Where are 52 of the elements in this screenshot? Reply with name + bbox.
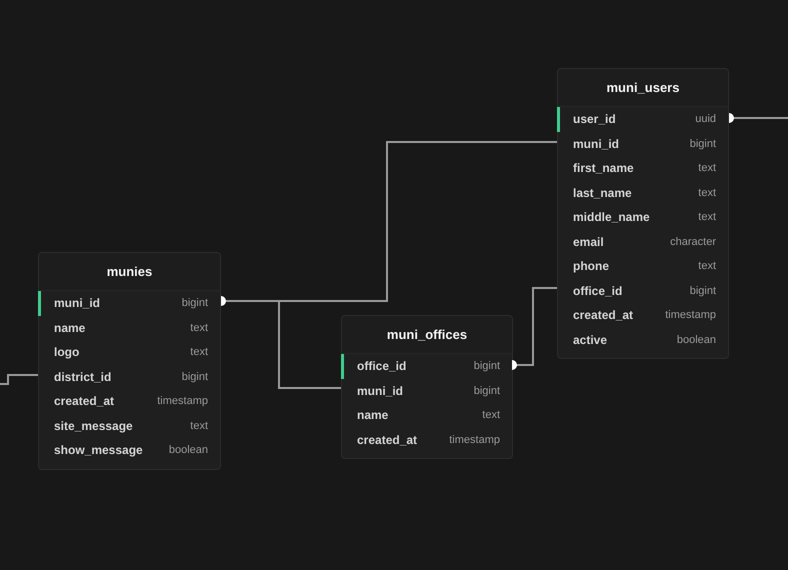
column-type: timestamp: [665, 309, 716, 322]
column-name: muni_id: [357, 384, 404, 398]
table-title: munies: [106, 264, 152, 279]
column-name: middle_name: [573, 210, 650, 224]
column-name: muni_id: [573, 136, 620, 151]
column-name: phone: [573, 259, 609, 274]
column-type: bigint: [182, 297, 208, 310]
column-type: timestamp: [157, 395, 208, 408]
column-name: last_name: [573, 186, 632, 200]
table-title: muni_offices: [386, 327, 468, 342]
column-name: district_id: [54, 370, 112, 384]
column-name: office_id: [357, 359, 406, 374]
column-name: created_at: [573, 308, 634, 322]
column-type: text: [190, 420, 208, 432]
column-type: bigint: [690, 284, 716, 297]
column-name: muni_id: [54, 296, 100, 310]
column-type: text: [190, 346, 208, 358]
column-name: name: [54, 320, 86, 335]
column-type: bigint: [474, 384, 500, 397]
connector-handle[interactable]: [512, 360, 518, 370]
column-type: text: [482, 409, 500, 422]
column-name: office_id: [573, 284, 622, 298]
column-type: boolean: [168, 444, 208, 456]
column-type: text: [698, 211, 716, 224]
column-type: bigint: [182, 370, 208, 383]
column-type: bigint: [474, 360, 500, 372]
connector-line: [0, 374, 38, 385]
column-name: site_message: [54, 418, 133, 433]
column-name: email: [573, 234, 604, 249]
table-node[interactable]: muni_offices office_id bigint muni_id bigint name text created_at timestamp: [341, 315, 513, 459]
column-type: text: [698, 260, 716, 272]
column-type: text: [698, 162, 716, 174]
column-type: bigint: [690, 138, 716, 150]
connector-handle[interactable]: [221, 296, 227, 306]
column-type: boolean: [676, 334, 716, 346]
column-name: created_at: [357, 432, 418, 447]
column-name: created_at: [54, 394, 114, 408]
column-name: name: [357, 408, 388, 422]
connector-handle[interactable]: [729, 113, 735, 123]
table-node[interactable]: munies muni_id bigint name text logo text district_id bigint created_at timestamp site_message text show_message boolean: [38, 252, 221, 470]
column-name: user_id: [573, 112, 616, 126]
column-name: show_message: [54, 443, 143, 458]
column-type: text: [190, 322, 208, 334]
column-name: active: [573, 332, 608, 347]
column-type: uuid: [695, 113, 716, 126]
column-name: logo: [54, 345, 80, 360]
table-title: muni_users: [606, 80, 680, 95]
column-type: character: [670, 236, 716, 248]
column-name: first_name: [573, 161, 634, 176]
table-node[interactable]: muni_users user_id uuid muni_id bigint first_name text last_name text middle_name text email character phone text office_id bigint created_at timestamp active boolean: [557, 68, 729, 359]
column-type: text: [698, 186, 716, 199]
column-type: timestamp: [449, 434, 500, 446]
